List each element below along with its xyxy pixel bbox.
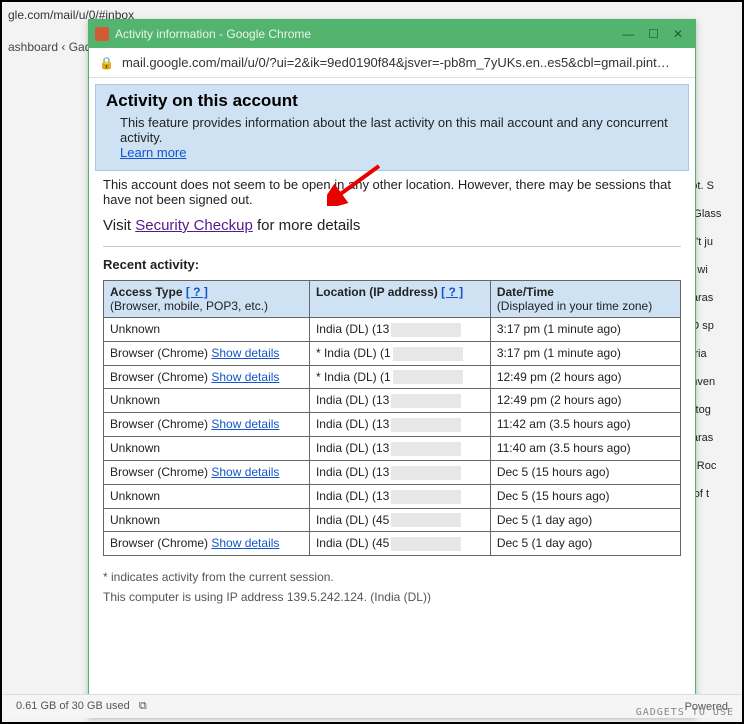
watermark: GADGETS TO USE <box>636 707 734 718</box>
cell-access-type: Browser (Chrome) Show details <box>104 413 310 437</box>
redacted-ip <box>391 537 461 551</box>
window-favicon <box>95 27 109 41</box>
recent-activity-heading: Recent activity: <box>103 257 681 272</box>
info-banner: Activity on this account This feature pr… <box>95 84 689 171</box>
redacted-ip <box>393 347 463 361</box>
cell-datetime: Dec 5 (15 hours ago) <box>490 460 680 484</box>
table-row: Browser (Chrome) Show details* India (DL… <box>104 341 681 365</box>
cell-datetime: Dec 5 (1 day ago) <box>490 532 680 556</box>
table-row: UnknownIndia (DL) (1312:49 pm (2 hours a… <box>104 389 681 413</box>
cell-datetime: Dec 5 (1 day ago) <box>490 508 680 532</box>
cell-datetime: 11:42 am (3.5 hours ago) <box>490 413 680 437</box>
cell-datetime: 3:17 pm (1 minute ago) <box>490 341 680 365</box>
activity-table: Access Type [ ? ] (Browser, mobile, POP3… <box>103 280 681 556</box>
cell-access-type: Unknown <box>104 437 310 461</box>
cell-datetime: 11:40 am (3.5 hours ago) <box>490 437 680 461</box>
window-titlebar: Activity information - Google Chrome — ☐… <box>89 20 695 48</box>
cell-access-type: Unknown <box>104 484 310 508</box>
cell-access-type: Unknown <box>104 318 310 342</box>
col-location: Location (IP address) [ ? ] <box>309 281 490 318</box>
address-bar: 🔒 mail.google.com/mail/u/0/?ui=2&ik=9ed0… <box>89 48 695 78</box>
redacted-ip <box>391 513 461 527</box>
window-close-button[interactable]: ✕ <box>673 27 683 41</box>
table-row: UnknownIndia (DL) (45Dec 5 (1 day ago) <box>104 508 681 532</box>
window-maximize-button[interactable]: ☐ <box>648 27 659 41</box>
address-url[interactable]: mail.google.com/mail/u/0/?ui=2&ik=9ed019… <box>122 55 670 70</box>
cell-access-type: Browser (Chrome) Show details <box>104 532 310 556</box>
col-access-type: Access Type [ ? ] (Browser, mobile, POP3… <box>104 281 310 318</box>
parent-window-tab: ashboard ‹ Gad <box>8 40 91 54</box>
gmail-footer: 0.61 GB of 30 GB used ⧉ Powered <box>2 694 742 718</box>
cell-location: India (DL) (13 <box>309 437 490 461</box>
divider <box>103 246 681 247</box>
lock-icon: 🔒 <box>99 56 114 70</box>
access-type-help-link[interactable]: [ ? ] <box>186 285 208 299</box>
learn-more-link[interactable]: Learn more <box>120 145 186 160</box>
show-details-link[interactable]: Show details <box>211 465 279 479</box>
external-link-icon[interactable]: ⧉ <box>139 700 147 712</box>
cell-access-type: Browser (Chrome) Show details <box>104 460 310 484</box>
redacted-ip <box>393 370 463 384</box>
show-details-link[interactable]: Show details <box>211 346 279 360</box>
cell-datetime: 3:17 pm (1 minute ago) <box>490 318 680 342</box>
redacted-ip <box>391 442 461 456</box>
cell-location: * India (DL) (1 <box>309 341 490 365</box>
table-row: UnknownIndia (DL) (133:17 pm (1 minute a… <box>104 318 681 342</box>
cell-datetime: 12:49 pm (2 hours ago) <box>490 365 680 389</box>
redacted-ip <box>391 418 461 432</box>
cell-datetime: 12:49 pm (2 hours ago) <box>490 389 680 413</box>
table-row: Browser (Chrome) Show detailsIndia (DL) … <box>104 532 681 556</box>
table-row: UnknownIndia (DL) (1311:40 am (3.5 hours… <box>104 437 681 461</box>
cell-location: India (DL) (13 <box>309 484 490 508</box>
table-row: UnknownIndia (DL) (13Dec 5 (15 hours ago… <box>104 484 681 508</box>
cell-access-type: Unknown <box>104 389 310 413</box>
window-minimize-button[interactable]: — <box>622 27 634 41</box>
security-checkup-link[interactable]: Security Checkup <box>135 217 253 234</box>
current-session-note: * indicates activity from the current se… <box>103 570 681 584</box>
show-details-link[interactable]: Show details <box>211 536 279 550</box>
cell-location: India (DL) (45 <box>309 508 490 532</box>
redacted-ip <box>391 490 461 504</box>
cell-access-type: Browser (Chrome) Show details <box>104 365 310 389</box>
window-title: Activity information - Google Chrome <box>115 27 622 41</box>
show-details-link[interactable]: Show details <box>211 370 279 384</box>
cell-access-type: Browser (Chrome) Show details <box>104 341 310 365</box>
session-notice: This account does not seem to be open in… <box>103 177 681 207</box>
redacted-ip <box>391 394 461 408</box>
redacted-ip <box>391 466 461 480</box>
security-checkup-line: Visit Security Checkup for more details <box>103 217 681 234</box>
cell-access-type: Unknown <box>104 508 310 532</box>
cell-datetime: Dec 5 (15 hours ago) <box>490 484 680 508</box>
table-row: Browser (Chrome) Show details* India (DL… <box>104 365 681 389</box>
location-help-link[interactable]: [ ? ] <box>441 285 463 299</box>
cell-location: India (DL) (13 <box>309 389 490 413</box>
ip-address-note: This computer is using IP address 139.5.… <box>103 590 681 604</box>
table-row: Browser (Chrome) Show detailsIndia (DL) … <box>104 413 681 437</box>
cell-location: India (DL) (13 <box>309 413 490 437</box>
table-row: Browser (Chrome) Show detailsIndia (DL) … <box>104 460 681 484</box>
activity-info-popup: Activity information - Google Chrome — ☐… <box>88 19 696 717</box>
storage-usage: 0.61 GB of 30 GB used <box>16 700 130 712</box>
col-datetime: Date/Time (Displayed in your time zone) <box>490 281 680 318</box>
cell-location: India (DL) (13 <box>309 318 490 342</box>
show-details-link[interactable]: Show details <box>211 417 279 431</box>
cell-location: * India (DL) (1 <box>309 365 490 389</box>
banner-heading: Activity on this account <box>106 91 678 111</box>
redacted-ip <box>391 323 461 337</box>
cell-location: India (DL) (45 <box>309 532 490 556</box>
cell-location: India (DL) (13 <box>309 460 490 484</box>
banner-description: This feature provides information about … <box>120 115 678 160</box>
